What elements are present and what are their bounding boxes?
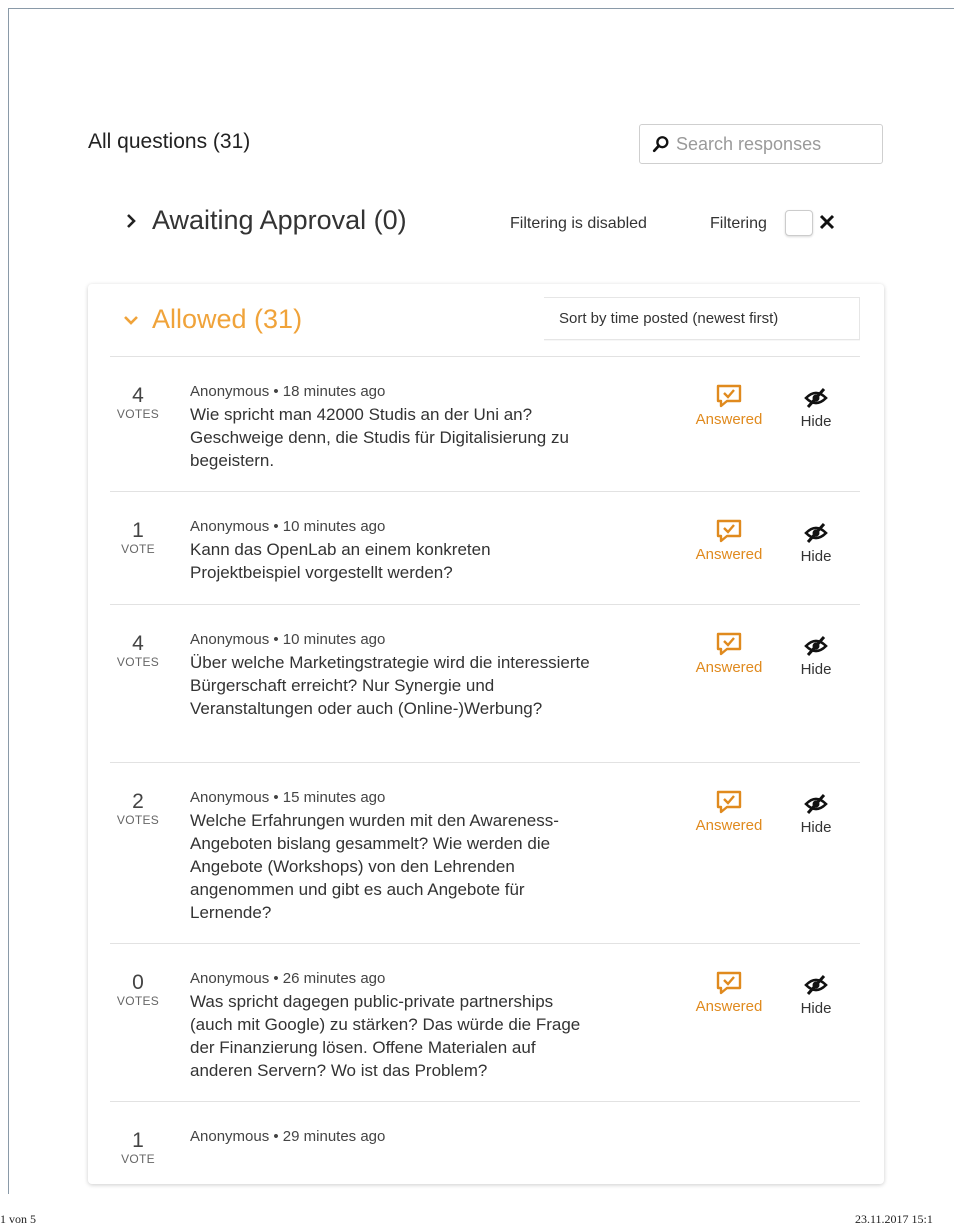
question-row: 0 VOTES Anonymous • 26 minutes ago Was s… xyxy=(110,943,860,1101)
search-icon xyxy=(652,136,669,153)
sort-select[interactable]: Sort by time posted (newest first) xyxy=(544,297,860,340)
awaiting-approval-toggle[interactable]: Awaiting Approval (0) xyxy=(122,205,407,236)
question-row: 1 VOTE Anonymous • 29 minutes ago xyxy=(110,1101,860,1184)
question-text: Welche Erfahrungen wurden mit den Awaren… xyxy=(190,811,559,922)
vote-number: 4 xyxy=(132,632,144,655)
vote-number: 1 xyxy=(132,1129,144,1152)
vote-count[interactable]: 0 VOTES xyxy=(110,971,166,1009)
question-meta: Anonymous • 10 minutes ago xyxy=(190,631,386,648)
eye-off-icon xyxy=(804,794,828,814)
close-icon xyxy=(819,214,835,230)
question-meta: Anonymous • 18 minutes ago xyxy=(190,383,386,400)
search-input[interactable] xyxy=(676,133,866,155)
question-row: 4 VOTES Anonymous • 18 minutes ago Wie s… xyxy=(110,356,860,491)
search-box[interactable] xyxy=(639,124,883,164)
question-meta: Anonymous • 26 minutes ago xyxy=(190,970,386,987)
filtering-status: Filtering is disabled xyxy=(510,215,647,232)
vote-number: 2 xyxy=(132,790,144,813)
hide-button[interactable]: Hide xyxy=(790,793,842,836)
vote-count[interactable]: 4 VOTES xyxy=(110,632,166,670)
hide-button[interactable]: Hide xyxy=(790,635,842,678)
hide-label: Hide xyxy=(800,548,832,565)
vote-unit: VOTE xyxy=(121,1152,155,1166)
vote-number: 0 xyxy=(132,971,144,994)
hide-label: Hide xyxy=(800,1000,832,1017)
filtering-toggle[interactable] xyxy=(785,210,813,236)
allowed-label: Allowed (31) xyxy=(152,304,303,334)
answered-label: Answered xyxy=(695,411,763,428)
question-text: Kann das OpenLab an einem konkreten Proj… xyxy=(190,540,491,582)
answered-button[interactable]: Answered xyxy=(690,383,768,428)
answered-label: Answered xyxy=(695,546,763,563)
answered-check-icon xyxy=(716,632,742,656)
filtering-label: Filtering xyxy=(710,215,767,232)
question-row: 4 VOTES Anonymous • 10 minutes ago Über … xyxy=(110,604,860,762)
eye-off-icon xyxy=(804,636,828,656)
page-title: All questions (31) xyxy=(88,130,251,153)
eye-off-icon xyxy=(804,388,828,408)
awaiting-approval-label: Awaiting Approval (0) xyxy=(152,205,407,235)
hide-label: Hide xyxy=(800,413,832,430)
vote-unit: VOTES xyxy=(116,813,160,827)
answered-button[interactable]: Answered xyxy=(690,631,768,676)
hide-button[interactable]: Hide xyxy=(790,522,842,565)
answered-check-icon xyxy=(716,384,742,408)
question-text: Was spricht dagegen public-private partn… xyxy=(190,992,581,1080)
vote-count[interactable]: 1 VOTE xyxy=(110,1129,166,1167)
answered-check-icon xyxy=(716,790,742,814)
question-text: Wie spricht man 42000 Studis an der Uni … xyxy=(190,405,569,470)
answered-button[interactable]: Answered xyxy=(690,518,768,563)
vote-unit: VOTES xyxy=(116,407,160,421)
answered-check-icon xyxy=(716,519,742,543)
question-list: 4 VOTES Anonymous • 18 minutes ago Wie s… xyxy=(110,356,860,1184)
vote-count[interactable]: 1 VOTE xyxy=(110,519,166,557)
allowed-toggle[interactable]: Allowed (31) xyxy=(122,304,302,335)
chevron-down-icon xyxy=(124,315,138,325)
answered-button[interactable]: Answered xyxy=(690,970,768,1015)
question-meta: Anonymous • 15 minutes ago xyxy=(190,789,386,806)
vote-unit: VOTES xyxy=(116,994,160,1008)
allowed-panel: Allowed (31) Sort by time posted (newest… xyxy=(88,284,884,1184)
hide-button[interactable]: Hide xyxy=(790,387,842,430)
answered-label: Answered xyxy=(695,659,763,676)
answered-label: Answered xyxy=(695,998,763,1015)
eye-off-icon xyxy=(804,523,828,543)
chevron-right-icon xyxy=(127,213,136,228)
hide-label: Hide xyxy=(800,661,832,678)
answered-button[interactable]: Answered xyxy=(690,789,768,834)
question-meta: Anonymous • 10 minutes ago xyxy=(190,518,386,535)
answered-check-icon xyxy=(716,971,742,995)
question-row: 1 VOTE Anonymous • 10 minutes ago Kann d… xyxy=(110,491,860,604)
vote-number: 4 xyxy=(132,384,144,407)
hide-label: Hide xyxy=(800,819,832,836)
vote-number: 1 xyxy=(132,519,144,542)
question-text: Über welche Marketingstrategie wird die … xyxy=(190,653,590,718)
vote-count[interactable]: 4 VOTES xyxy=(110,384,166,422)
question-row: 2 VOTES Anonymous • 15 minutes ago Welch… xyxy=(110,762,860,943)
eye-off-icon xyxy=(804,975,828,995)
vote-unit: VOTES xyxy=(116,655,160,669)
hide-button[interactable]: Hide xyxy=(790,974,842,1017)
answered-label: Answered xyxy=(695,817,763,834)
vote-count[interactable]: 2 VOTES xyxy=(110,790,166,828)
question-meta: Anonymous • 29 minutes ago xyxy=(190,1128,386,1145)
vote-unit: VOTE xyxy=(121,542,155,556)
